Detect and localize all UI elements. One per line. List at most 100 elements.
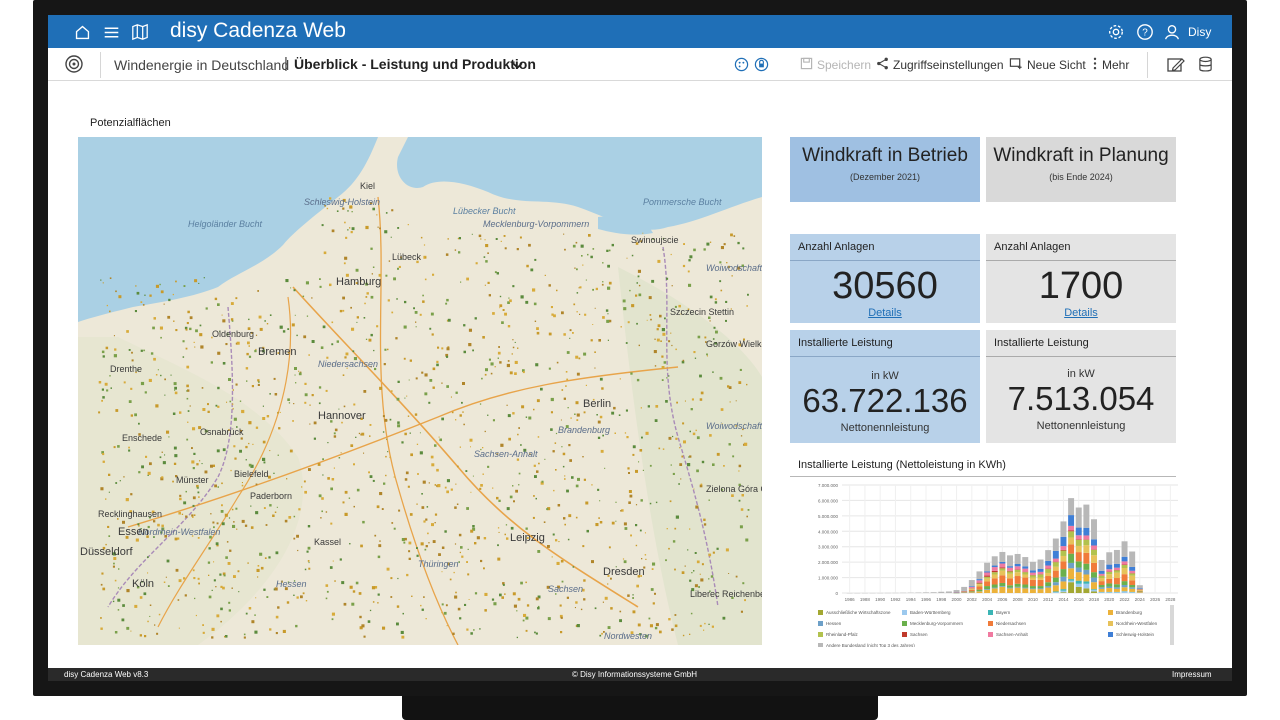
wind-site-dot [304, 401, 307, 404]
wind-site-dot [719, 376, 723, 380]
wind-site-dot [693, 248, 696, 252]
wind-site-dot [536, 331, 540, 335]
save-button[interactable]: Speichern [800, 55, 871, 75]
wind-site-dot [678, 483, 680, 485]
planung-title: Windkraft in Planung [993, 145, 1169, 166]
gear-icon[interactable] [1106, 22, 1126, 42]
x-tick-label: 2006 [997, 597, 1008, 602]
wind-site-dot [483, 256, 486, 258]
wind-site-dot [371, 586, 376, 590]
wind-site-dot [595, 287, 598, 291]
wind-site-dot [731, 275, 733, 277]
wind-site-dot [350, 306, 352, 309]
breadcrumb-repository[interactable]: Windenergie in Deutschland [114, 57, 289, 73]
wind-site-dot [701, 460, 705, 464]
wind-site-dot [342, 207, 345, 210]
wind-site-dot [290, 287, 292, 289]
wind-site-dot [311, 297, 313, 299]
chart-bar [1083, 583, 1090, 589]
chart-bar [991, 574, 998, 579]
menu-icon[interactable] [101, 22, 121, 42]
wind-site-dot [651, 568, 654, 570]
lock-icon[interactable] [754, 57, 769, 77]
wind-site-dot [711, 625, 714, 628]
chart-bar [1045, 569, 1052, 573]
chevron-down-icon[interactable] [512, 58, 523, 76]
target-icon[interactable] [64, 54, 84, 79]
wind-site-dot [101, 399, 103, 402]
chart-bar [1106, 569, 1113, 572]
access-settings-button[interactable]: Zugriffseinstellungen [876, 55, 1004, 75]
label-region: Thüringen [418, 559, 459, 569]
chart-bar [1121, 541, 1128, 557]
wind-site-dot [233, 417, 237, 421]
planung-details-link[interactable]: Details [986, 307, 1176, 319]
wind-site-dot [216, 522, 219, 525]
wind-site-dot [424, 373, 428, 377]
palette-icon[interactable] [734, 57, 749, 77]
wind-site-dot [245, 459, 247, 461]
wind-site-dot [246, 352, 249, 356]
wind-site-dot [669, 500, 672, 503]
wind-site-dot [153, 520, 156, 523]
wind-site-dot [268, 556, 271, 559]
wind-site-dot [221, 504, 223, 507]
label-region: Nordwesten [604, 631, 652, 641]
wind-site-dot [651, 279, 655, 283]
map-title: Potenzialflächen [90, 117, 171, 129]
wind-site-dot [159, 456, 162, 459]
wind-site-dot [532, 288, 536, 292]
wind-site-dot [675, 515, 679, 519]
wind-site-dot [504, 312, 507, 316]
y-tick-label: 5.000.000 [818, 514, 839, 519]
wind-site-dot [128, 449, 131, 452]
betrieb-details-link[interactable]: Details [790, 307, 980, 319]
wind-site-dot [585, 501, 589, 505]
wind-site-dot [668, 340, 671, 343]
wind-site-dot [556, 361, 559, 364]
wind-site-dot [647, 405, 650, 408]
wind-site-dot [535, 497, 537, 500]
wind-site-dot [490, 372, 493, 375]
betrieb-note: Nettonennleistung [840, 422, 930, 434]
x-tick-label: 2028 [1165, 597, 1176, 602]
wind-site-dot [359, 615, 362, 619]
legend-scrollbar [1170, 605, 1174, 645]
wind-site-dot [502, 309, 505, 311]
planung-power-value: 7.513.054 [1007, 380, 1155, 417]
edit-sheet-icon[interactable] [1167, 57, 1185, 78]
wind-site-dot [131, 359, 134, 362]
wind-site-dot [311, 394, 314, 397]
wind-site-dot [582, 264, 584, 266]
map-canvas[interactable]: Kiel Schleswig-Holstein Lübecker Bucht P… [78, 137, 762, 645]
wind-site-dot [701, 563, 704, 566]
home-icon[interactable] [72, 22, 92, 42]
wind-site-dot [306, 550, 309, 553]
wind-site-dot [108, 535, 111, 537]
wind-site-dot [649, 464, 652, 467]
breadcrumb-view[interactable]: Überblick - Leistung und Produktion [294, 56, 536, 72]
footer-imprint-link[interactable]: Impressum [1172, 670, 1212, 679]
chart-bar [1052, 558, 1059, 562]
wind-site-dot [703, 629, 705, 631]
chart-bar [1052, 562, 1059, 567]
wind-site-dot [458, 561, 460, 563]
chart-bar [1068, 544, 1075, 554]
wind-site-dot [560, 616, 563, 619]
wind-site-dot [355, 581, 359, 585]
wind-site-dot [432, 367, 436, 371]
user-icon[interactable] [1162, 22, 1182, 42]
help-icon[interactable]: ? [1135, 22, 1155, 42]
wind-site-dot [700, 483, 703, 486]
database-icon[interactable] [1198, 56, 1213, 78]
wind-site-dot [147, 572, 149, 574]
wind-site-dot [252, 443, 254, 445]
map-icon[interactable] [130, 22, 150, 42]
new-view-button[interactable]: Neue Sicht [1009, 55, 1086, 75]
wind-site-dot [600, 449, 604, 453]
wind-site-dot [109, 375, 111, 377]
wind-site-dot [690, 612, 693, 615]
chart-bar [968, 588, 975, 590]
user-name[interactable]: Disy [1188, 25, 1211, 39]
more-button[interactable]: Mehr [1092, 55, 1129, 75]
